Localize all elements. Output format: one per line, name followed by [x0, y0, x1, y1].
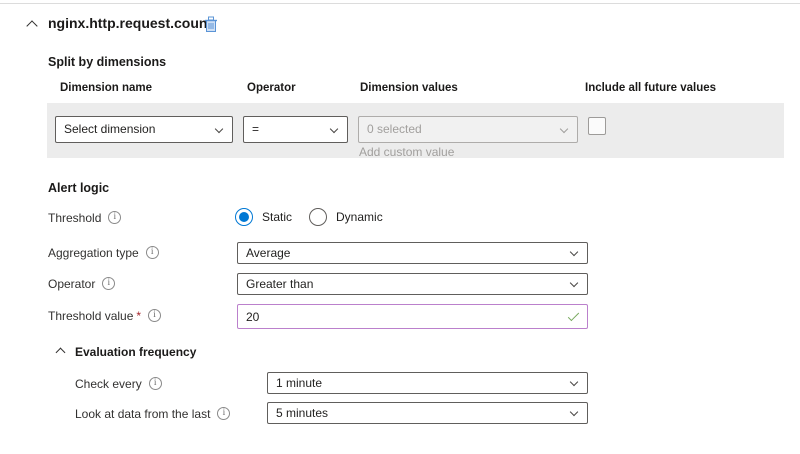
- chevron-down-icon: [570, 279, 578, 287]
- chevron-down-icon: [570, 408, 578, 416]
- info-icon[interactable]: [108, 211, 121, 224]
- radio-static[interactable]: [235, 208, 253, 226]
- threshold-value-input[interactable]: [237, 304, 588, 329]
- aggregation-type-select[interactable]: Average: [237, 242, 588, 264]
- section-heading-evaluation-frequency: Evaluation frequency: [75, 345, 196, 359]
- section-heading-split-by-dimensions: Split by dimensions: [48, 55, 166, 69]
- delete-icon[interactable]: [204, 16, 220, 34]
- info-icon[interactable]: [102, 277, 115, 290]
- column-header-operator: Operator: [247, 82, 296, 94]
- threshold-radio-group: Static Dynamic: [235, 208, 391, 226]
- info-icon[interactable]: [149, 377, 162, 390]
- top-divider: [0, 3, 800, 4]
- chevron-down-icon: [570, 248, 578, 256]
- radio-static-label[interactable]: Static: [262, 210, 292, 224]
- column-header-include-future-values: Include all future values: [585, 82, 716, 94]
- evaluation-frequency-chevron-icon[interactable]: [56, 348, 66, 358]
- info-icon[interactable]: [217, 407, 230, 420]
- column-header-dimension-name: Dimension name: [60, 82, 152, 94]
- info-icon[interactable]: [146, 246, 159, 259]
- operator-label: Operator: [48, 277, 115, 291]
- dimension-operator-select-value: =: [252, 122, 259, 136]
- radio-dynamic[interactable]: [309, 208, 327, 226]
- threshold-value-label: Threshold value*: [48, 309, 161, 323]
- column-header-dimension-values: Dimension values: [360, 82, 458, 94]
- chevron-down-icon: [570, 378, 578, 386]
- dimension-values-select[interactable]: 0 selected: [358, 116, 578, 143]
- chevron-down-icon: [560, 125, 568, 133]
- dimension-values-select-value: 0 selected: [367, 122, 422, 136]
- collapse-chevron-icon[interactable]: [26, 20, 37, 31]
- dimension-operator-select[interactable]: =: [243, 116, 348, 143]
- chevron-down-icon: [215, 125, 223, 133]
- required-asterisk: *: [136, 309, 141, 323]
- aggregation-type-label-text: Aggregation type: [48, 246, 139, 260]
- include-future-values-checkbox[interactable]: [588, 117, 606, 135]
- chevron-down-icon: [330, 125, 338, 133]
- trash-icon-glyph: [204, 16, 218, 33]
- threshold-label-text: Threshold: [48, 211, 101, 225]
- alert-operator-select-value: Greater than: [246, 277, 313, 291]
- dimension-name-select[interactable]: Select dimension: [55, 116, 233, 143]
- radio-dynamic-label[interactable]: Dynamic: [336, 210, 383, 224]
- metric-title: nginx.http.request.count: [48, 15, 212, 31]
- operator-label-text: Operator: [48, 277, 95, 291]
- add-custom-value-link[interactable]: Add custom value: [359, 145, 454, 159]
- lookback-select-value: 5 minutes: [276, 406, 328, 420]
- lookback-label: Look at data from the last: [75, 407, 230, 421]
- lookback-label-text: Look at data from the last: [75, 407, 210, 421]
- threshold-label: Threshold: [48, 211, 121, 225]
- lookback-select[interactable]: 5 minutes: [267, 402, 588, 424]
- info-icon[interactable]: [148, 309, 161, 322]
- check-every-label: Check every: [75, 377, 162, 391]
- alert-operator-select[interactable]: Greater than: [237, 273, 588, 295]
- check-every-select-value: 1 minute: [276, 376, 322, 390]
- threshold-value-label-text: Threshold value: [48, 309, 133, 323]
- check-every-label-text: Check every: [75, 377, 142, 391]
- check-every-select[interactable]: 1 minute: [267, 372, 588, 394]
- aggregation-type-select-value: Average: [246, 246, 290, 260]
- dimension-name-select-value: Select dimension: [64, 122, 155, 136]
- aggregation-type-label: Aggregation type: [48, 246, 159, 260]
- section-heading-alert-logic: Alert logic: [48, 181, 109, 195]
